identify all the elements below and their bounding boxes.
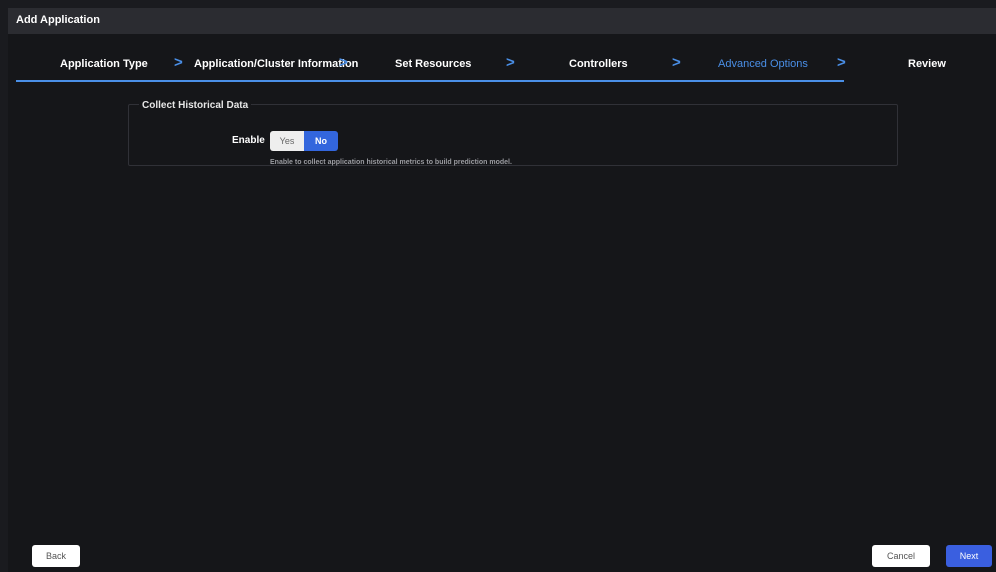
toggle-no-button[interactable]: No <box>304 131 338 151</box>
step-advanced-options[interactable]: Advanced Options <box>718 58 808 70</box>
enable-hint-text: Enable to collect application historical… <box>270 159 512 166</box>
step-chevron-icon: > <box>339 54 348 71</box>
dialog: Add Application Application Type > Appli… <box>8 8 996 572</box>
step-chevron-icon: > <box>174 54 183 71</box>
toggle-yes-button[interactable]: Yes <box>270 131 304 151</box>
step-controllers[interactable]: Controllers <box>569 58 628 70</box>
section-legend: Collect Historical Data <box>139 100 252 111</box>
step-review[interactable]: Review <box>908 58 946 70</box>
back-button[interactable]: Back <box>32 545 80 567</box>
step-chevron-icon: > <box>506 54 515 71</box>
step-set-resources[interactable]: Set Resources <box>395 58 471 70</box>
next-button[interactable]: Next <box>946 545 992 567</box>
step-chevron-icon: > <box>837 54 846 71</box>
enable-toggle[interactable]: Yes No <box>270 131 338 151</box>
dialog-title: Add Application <box>16 14 100 26</box>
cancel-button[interactable]: Cancel <box>872 545 930 567</box>
step-application-type[interactable]: Application Type <box>60 58 148 70</box>
step-chevron-icon: > <box>672 54 681 71</box>
enable-label: Enable <box>232 135 265 146</box>
wizard-steps: Application Type > Application/Cluster I… <box>8 52 996 82</box>
dialog-titlebar: Add Application <box>8 8 996 34</box>
step-application-cluster-information[interactable]: Application/Cluster Information <box>194 58 358 70</box>
wizard-progress-bar <box>16 80 844 82</box>
